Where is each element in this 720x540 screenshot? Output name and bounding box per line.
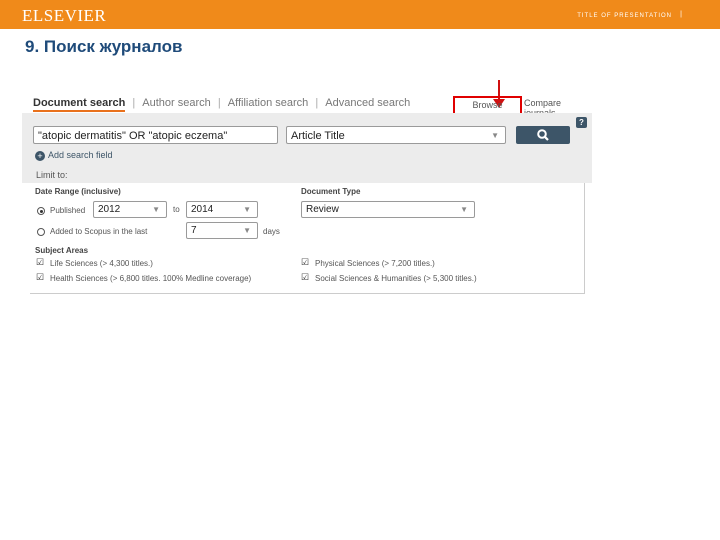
to-label: to — [173, 205, 180, 214]
tab-separator: | — [132, 97, 136, 109]
document-type-heading: Document Type — [301, 187, 361, 196]
tab-separator: | — [217, 97, 221, 109]
subject-areas-heading: Subject Areas — [35, 246, 89, 255]
life-sciences-label: Life Sciences (> 4,300 titles.) — [50, 259, 153, 268]
header-separator: | — [680, 11, 682, 18]
document-type-value: Review — [306, 204, 339, 215]
health-sciences-label: Health Sciences (> 6,800 titles. 100% Me… — [50, 274, 252, 283]
limit-to-label: Limit to: — [36, 170, 68, 180]
added-to-scopus-label: Added to Scopus in the last — [50, 227, 148, 236]
to-year-select[interactable]: 2014 ▼ — [186, 201, 258, 218]
add-search-field-link[interactable]: + Add search field — [35, 150, 113, 161]
search-button[interactable] — [516, 126, 570, 144]
search-query-input[interactable]: "atopic dermatitis" OR "atopic eczema" — [33, 126, 278, 144]
tab-document-search[interactable]: Document search — [33, 97, 126, 112]
published-label: Published — [50, 206, 86, 215]
page-title: 9. Поиск журналов — [25, 37, 183, 56]
search-tabs: Document search | Author search | Affili… — [33, 97, 410, 112]
elsevier-logo: ELSEVIER — [22, 6, 107, 25]
chevron-down-icon: ▼ — [460, 205, 468, 214]
help-icon[interactable]: ? — [576, 117, 587, 128]
limit-form: Date Range (inclusive) Published 2012 ▼ … — [30, 183, 585, 294]
search-icon — [537, 129, 549, 141]
chevron-down-icon: ▼ — [152, 205, 160, 214]
date-range-heading: Date Range (inclusive) — [35, 187, 121, 196]
social-sciences-label: Social Sciences & Humanities (> 5,300 ti… — [315, 274, 477, 283]
added-to-scopus-radio[interactable] — [37, 228, 45, 236]
tab-advanced-search[interactable]: Advanced search — [325, 97, 410, 109]
checkbox-checked-icon[interactable]: ☑ — [36, 272, 44, 283]
checkbox-checked-icon[interactable]: ☑ — [36, 257, 44, 268]
plus-circle-icon: + — [35, 151, 45, 161]
scopus-search-screenshot: Document search | Author search | Affili… — [22, 80, 592, 294]
search-field-value: Article Title — [291, 130, 345, 142]
checkbox-checked-icon[interactable]: ☑ — [301, 272, 309, 283]
chevron-down-icon: ▼ — [243, 205, 251, 214]
days-value: 7 — [191, 225, 197, 236]
search-field-select[interactable]: Article Title ▼ — [286, 126, 506, 144]
document-type-select[interactable]: Review ▼ — [301, 201, 475, 218]
checkbox-checked-icon[interactable]: ☑ — [301, 257, 309, 268]
add-search-field-label: Add search field — [48, 150, 113, 160]
search-panel: ? "atopic dermatitis" OR "atopic eczema"… — [22, 113, 592, 183]
from-year-select[interactable]: 2012 ▼ — [93, 201, 167, 218]
tab-separator: | — [315, 97, 319, 109]
chevron-down-icon: ▼ — [243, 226, 251, 235]
tab-affiliation-search[interactable]: Affiliation search — [228, 97, 309, 109]
chevron-down-icon: ▼ — [491, 131, 499, 140]
days-label: days — [263, 227, 280, 236]
from-year-value: 2012 — [98, 204, 121, 215]
days-select[interactable]: 7 ▼ — [186, 222, 258, 239]
physical-sciences-label: Physical Sciences (> 7,200 titles.) — [315, 259, 435, 268]
tab-author-search[interactable]: Author search — [142, 97, 210, 109]
published-radio[interactable] — [37, 207, 45, 215]
to-year-value: 2014 — [191, 204, 214, 215]
presentation-title: TITLE OF PRESENTATION — [577, 13, 672, 19]
top-bar: ELSEVIER TITLE OF PRESENTATION | — [0, 0, 720, 29]
